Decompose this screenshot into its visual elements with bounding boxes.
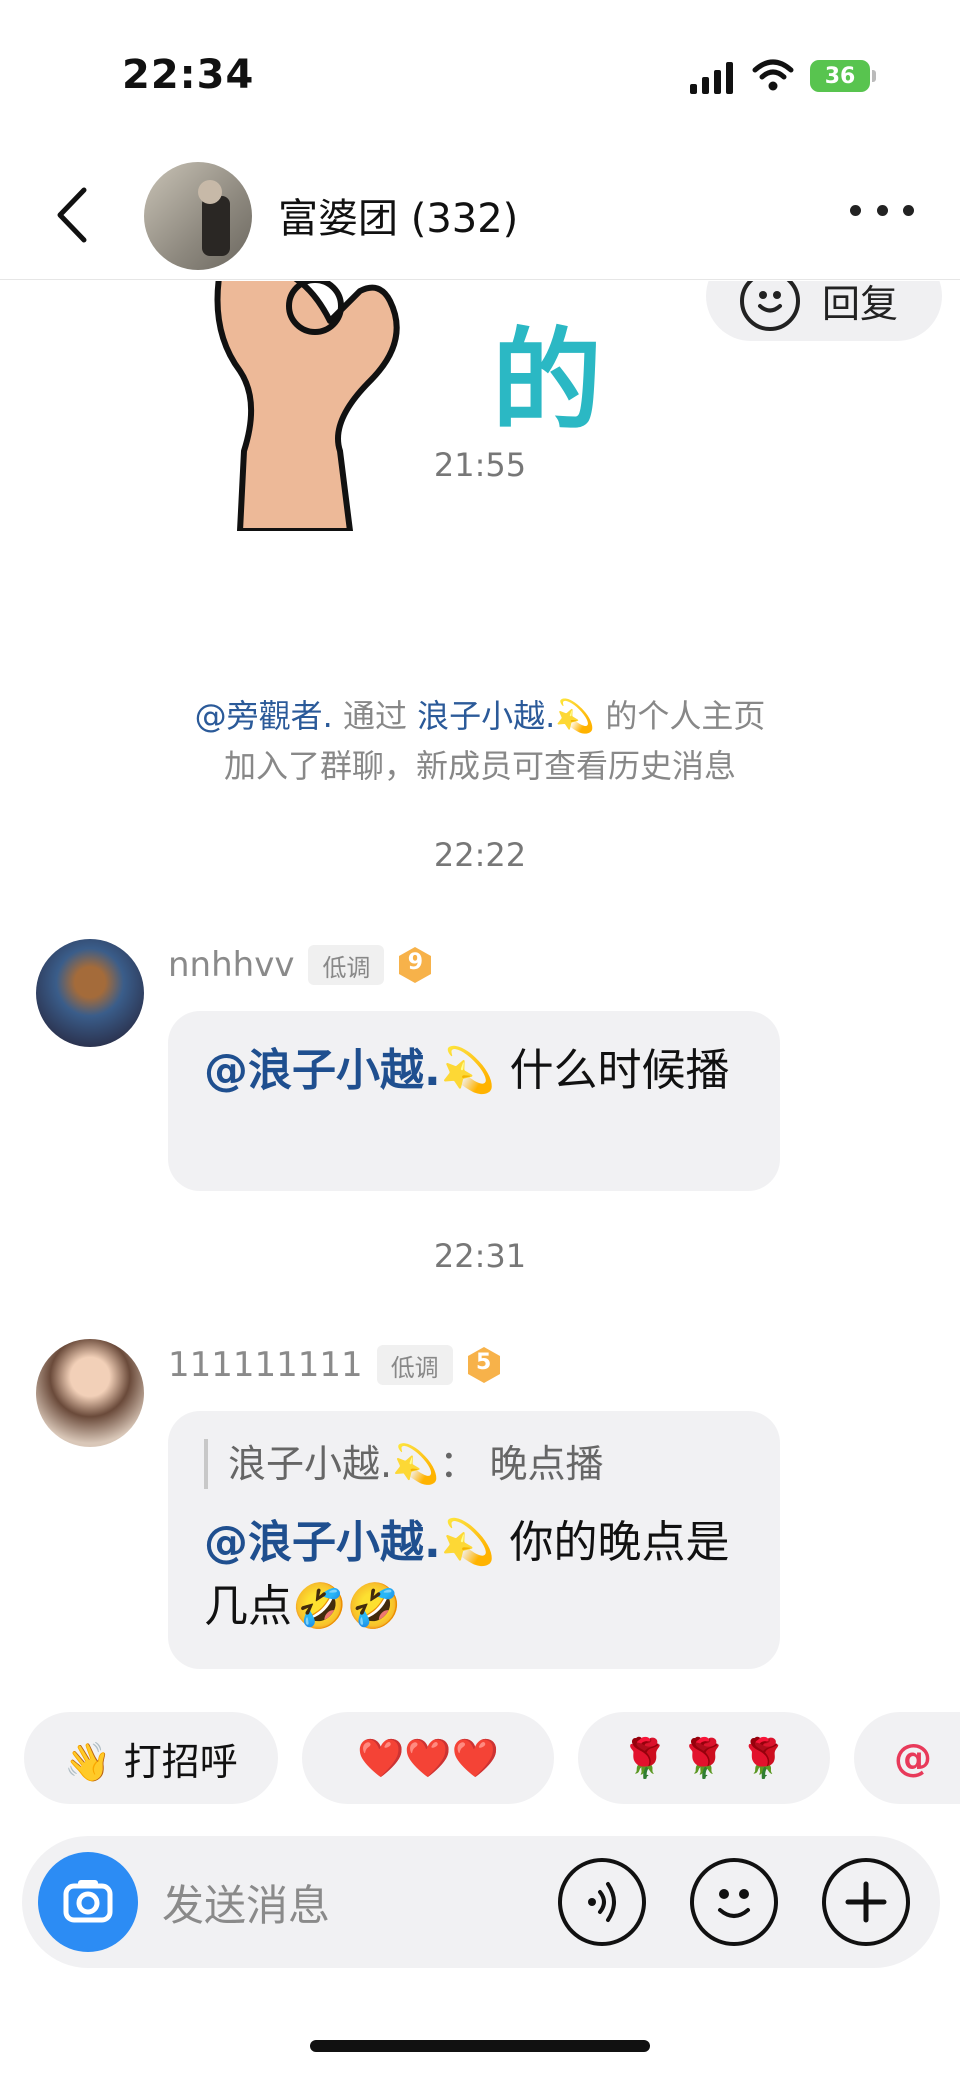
voice-button[interactable] <box>558 1858 646 1946</box>
avatar[interactable] <box>36 1339 144 1447</box>
battery-level: 36 <box>810 60 870 92</box>
home-indicator <box>310 2040 650 2052</box>
camera-icon <box>63 1880 113 1923</box>
reply-button[interactable]: 回复 <box>706 281 942 341</box>
chat-header: 富婆团 (332) <box>0 150 960 280</box>
mention-link[interactable]: @浪子小越.💫 <box>204 1517 496 1568</box>
message-input[interactable]: 发送消息 <box>162 1872 330 1933</box>
system-text: 通过 <box>342 697 407 735</box>
more-options-button[interactable] <box>850 190 914 230</box>
quick-reply-greet[interactable]: 👋 打招呼 <box>24 1712 278 1804</box>
battery-icon: 36 <box>810 60 876 92</box>
timestamp: 21:55 <box>433 446 527 484</box>
level-number: 9 <box>407 950 424 975</box>
message-text: 什么时候播 <box>509 1045 730 1096</box>
cellular-signal-icon <box>690 62 733 94</box>
quick-reply-mention[interactable]: @ <box>854 1712 960 1804</box>
plus-icon <box>845 1881 887 1923</box>
message-bubble[interactable]: @浪子小越.💫 什么时候播 <box>168 1011 780 1191</box>
wifi-icon <box>752 59 794 91</box>
chat-area[interactable]: 的 回复 21:55 @旁觀者. 通过 浪子小越.💫 的个人主页 加入了群聊，新… <box>0 281 960 1701</box>
level-badge: 5 <box>467 1346 501 1384</box>
group-title[interactable]: 富婆团 (332) <box>278 186 518 244</box>
quoted-message[interactable]: 浪子小越.💫： 晚点播 <box>204 1439 744 1489</box>
group-avatar[interactable] <box>144 162 252 270</box>
smiley-icon <box>740 281 800 331</box>
level-badge: 9 <box>398 946 432 984</box>
sender-info: 111111111 低调 5 <box>168 1345 501 1385</box>
joined-user-link[interactable]: @旁觀者. <box>195 697 333 735</box>
camera-button[interactable] <box>38 1852 138 1952</box>
status-time: 22:34 <box>122 52 255 98</box>
level-number: 5 <box>476 1350 492 1375</box>
ok-hand-sticker[interactable]: 的 <box>180 281 650 534</box>
sender-name[interactable]: nnhhvv <box>168 945 294 985</box>
message-bubble[interactable]: 浪子小越.💫： 晚点播 @浪子小越.💫 你的晚点是几点🤣🤣 <box>168 1411 780 1669</box>
sender-name[interactable]: 111111111 <box>168 1345 363 1385</box>
quick-reply-bar: 👋 打招呼 ❤️❤️❤️ 🌹 🌹 🌹 @ <box>0 1708 960 1808</box>
timestamp: 22:22 <box>433 836 527 874</box>
emoji-button[interactable] <box>690 1858 778 1946</box>
sticker-text: 的 <box>492 317 602 445</box>
inviter-link[interactable]: 浪子小越.💫 <box>417 697 595 735</box>
status-bar: 22:34 36 <box>0 0 960 150</box>
back-button[interactable] <box>48 180 98 250</box>
timestamp: 22:31 <box>433 1237 527 1275</box>
system-message: @旁觀者. 通过 浪子小越.💫 的个人主页 加入了群聊，新成员可查看历史消息 <box>0 691 960 791</box>
add-button[interactable] <box>822 1858 910 1946</box>
reply-label: 回复 <box>822 282 899 326</box>
mention-link[interactable]: @浪子小越.💫 <box>204 1045 496 1096</box>
role-badge: 低调 <box>308 945 385 985</box>
smiley-icon <box>718 1889 750 1918</box>
system-text-line2: 加入了群聊，新成员可查看历史消息 <box>223 747 736 785</box>
voice-icon <box>588 1882 616 1922</box>
sender-info: nnhhvv 低调 9 <box>168 945 432 985</box>
system-text: 的个人主页 <box>605 697 766 735</box>
role-badge: 低调 <box>376 1345 453 1385</box>
quick-reply-hearts[interactable]: ❤️❤️❤️ <box>302 1712 554 1804</box>
avatar[interactable] <box>36 939 144 1047</box>
quick-reply-roses[interactable]: 🌹 🌹 🌹 <box>578 1712 830 1804</box>
message-input-bar: 发送消息 <box>22 1836 940 1968</box>
